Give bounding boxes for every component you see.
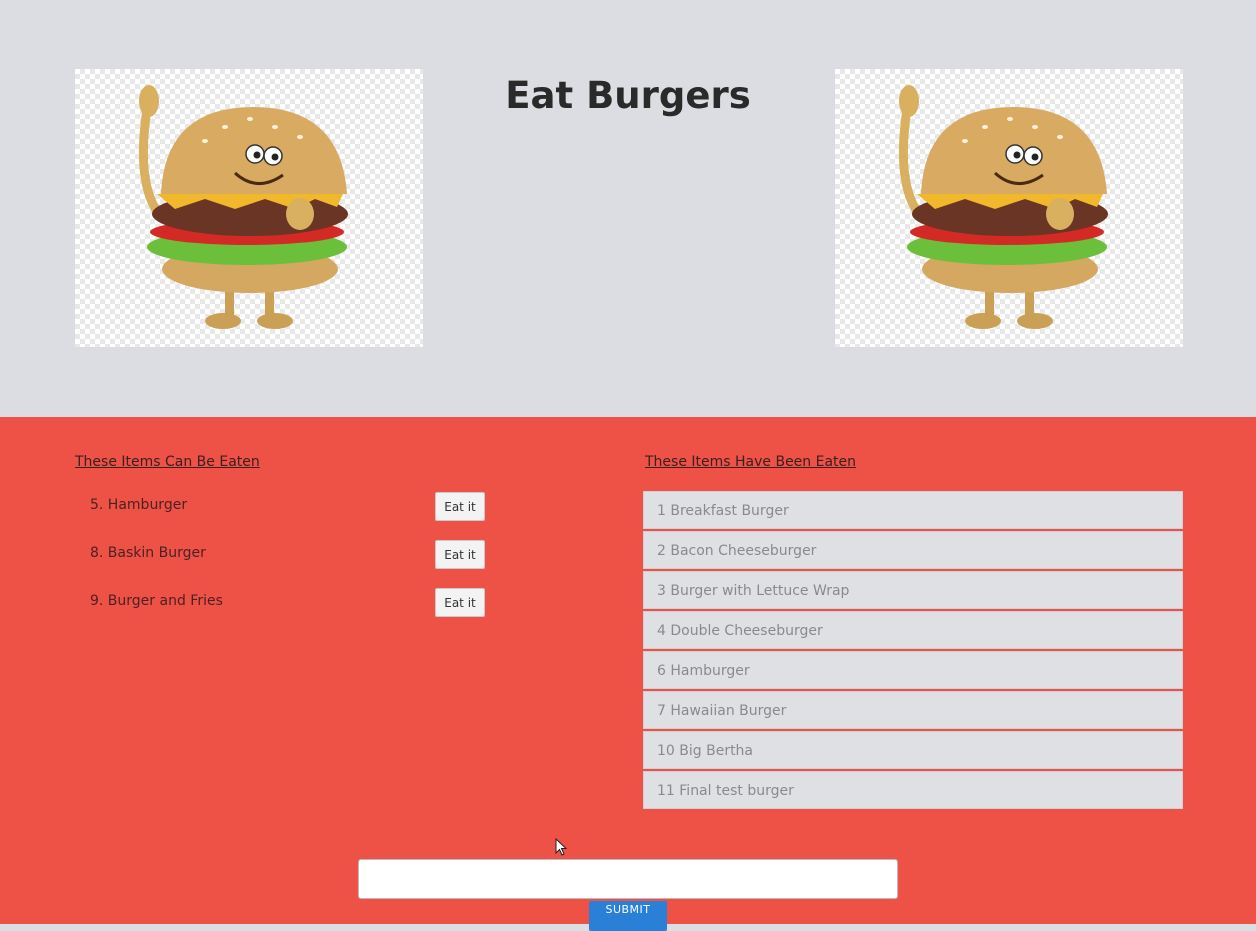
uneaten-list: 5. Hamburger Eat it 8. Baskin Burger Eat… [90,492,490,636]
burger-section: These Items Can Be Eaten These Items Hav… [0,417,1256,931]
eaten-heading: These Items Have Been Eaten [645,454,857,470]
mouse-pointer-icon [555,838,567,856]
burger-image-right [835,69,1183,347]
uneaten-item: 8. Baskin Burger Eat it [90,540,490,588]
eaten-list-item: 2 Bacon Cheeseburger [643,531,1183,569]
eaten-list-item: 6 Hamburger [643,651,1183,689]
uneaten-heading: These Items Can Be Eaten [75,454,260,470]
eaten-list-item: 7 Hawaiian Burger [643,691,1183,729]
page-header: Eat Burgers [0,0,1256,417]
uneaten-item-label: 8. Baskin Burger [90,545,206,561]
uneaten-item: 5. Hamburger Eat it [90,492,490,540]
eaten-list: 1 Breakfast Burger 2 Bacon Cheeseburger … [643,491,1183,811]
uneaten-item-label: 5. Hamburger [90,497,188,513]
submit-button[interactable]: SUBMIT [589,901,667,931]
cartoon-burger-icon [138,85,348,329]
uneaten-item-label: 9. Burger and Fries [90,593,223,609]
cartoon-burger-icon [898,85,1108,329]
eaten-list-item: 10 Big Bertha [643,731,1183,769]
burger-image-left [75,69,423,347]
eat-it-button[interactable]: Eat it [435,588,485,617]
eaten-list-item: 4 Double Cheeseburger [643,611,1183,649]
eaten-list-item: 11 Final test burger [643,771,1183,809]
eat-it-button[interactable]: Eat it [435,540,485,569]
burger-name-input[interactable] [358,859,898,899]
eaten-list-item: 1 Breakfast Burger [643,491,1183,529]
eaten-list-item: 3 Burger with Lettuce Wrap [643,571,1183,609]
eat-it-button[interactable]: Eat it [435,492,485,521]
uneaten-item: 9. Burger and Fries Eat it [90,588,490,636]
